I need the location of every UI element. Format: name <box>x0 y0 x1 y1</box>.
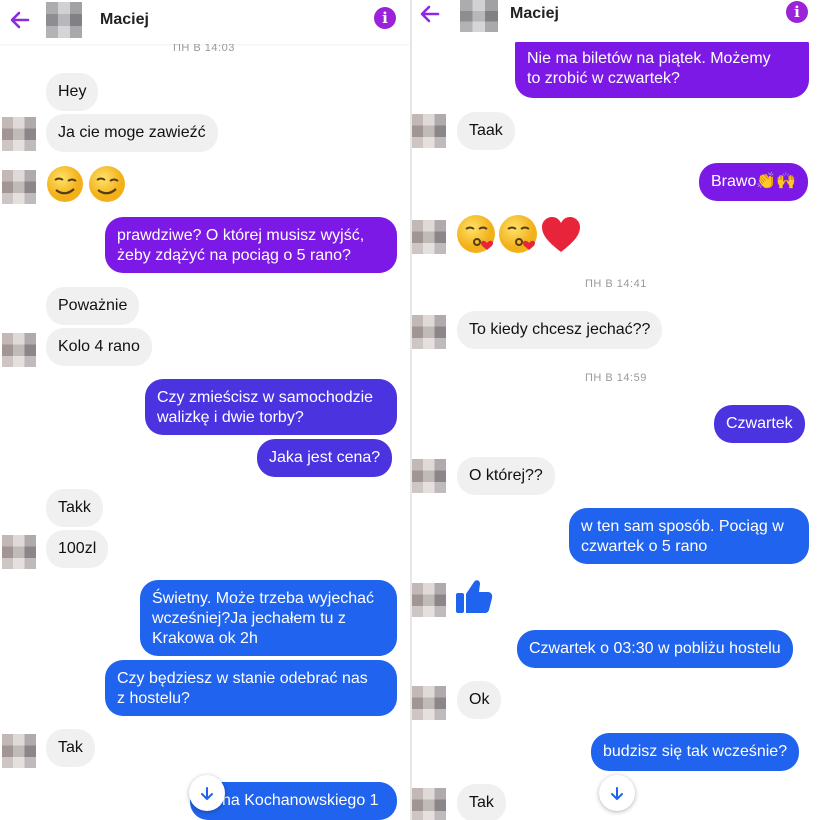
contact-avatar[interactable] <box>46 2 82 38</box>
message-incoming[interactable]: Tak <box>457 784 506 820</box>
message-line: czwartek o 5 rano <box>581 538 708 555</box>
message-line: Świetny. Może trzeba wyjechać <box>152 590 375 607</box>
message-outgoing[interactable]: Jaka jest cena? <box>257 439 393 477</box>
message-incoming[interactable]: Hey <box>46 73 99 111</box>
message-outgoing[interactable]: Nie ma biletów na piątek. Możemy to zrob… <box>515 40 809 98</box>
avatar <box>2 535 36 569</box>
message-line: Nie ma biletów na piątek. Możemy <box>527 50 771 67</box>
chat-panel-right: Maciej i Nie ma biletów na piątek. Możem… <box>412 0 820 820</box>
message-incoming[interactable]: Poważnie <box>46 287 140 325</box>
message-incoming[interactable]: To kiedy chcesz jechać?? <box>457 311 663 349</box>
avatar <box>2 170 36 204</box>
timestamp: ПН В 14:59 <box>585 372 647 384</box>
message-incoming[interactable]: Takk <box>46 489 103 527</box>
thumbs-up-icon[interactable] <box>454 576 494 616</box>
avatar <box>412 583 446 617</box>
message-line: Czy będziesz w stanie odebrać nas <box>117 670 368 687</box>
avatar <box>412 788 446 820</box>
message-outgoing[interactable]: Czwartek o 03:30 w pobliżu hostelu <box>517 630 793 668</box>
timestamp: ПН В 14:41 <box>585 278 647 290</box>
message-outgoing[interactable]: budzisz się tak wcześnie? <box>591 733 800 771</box>
avatar <box>412 114 446 148</box>
message-line: to zrobić w czwartek? <box>527 70 680 87</box>
kiss-heart-emoji-message[interactable] <box>456 213 584 260</box>
wink-emoji-message[interactable] <box>46 164 132 209</box>
chat-header: Maciej i <box>412 0 820 42</box>
avatar <box>412 686 446 720</box>
arrow-down-icon <box>611 786 623 800</box>
message-outgoing[interactable]: Brawo👏🙌 <box>699 163 809 201</box>
message-line: prawdziwe? O której musisz wyjść, <box>117 227 365 244</box>
contact-name[interactable]: Maciej <box>510 5 559 23</box>
avatar <box>412 315 446 349</box>
avatar <box>2 333 36 367</box>
message-incoming[interactable]: 100zl <box>46 530 109 568</box>
message-line: wcześniej?Ja jechałem tu z <box>152 610 346 627</box>
scroll-down-button[interactable] <box>189 775 225 811</box>
chat-panel-left: Maciej i ПН В 14:03 Hey Ja cie moge zawi… <box>0 0 410 820</box>
message-outgoing[interactable]: Świetny. Może trzeba wyjechać wcześniej?… <box>140 580 397 656</box>
message-incoming[interactable]: Taak <box>457 112 515 150</box>
avatar <box>412 459 446 493</box>
info-icon[interactable]: i <box>374 7 396 29</box>
avatar <box>412 220 446 254</box>
message-line: z hostelu? <box>117 690 190 707</box>
scroll-down-button[interactable] <box>599 775 635 811</box>
message-incoming[interactable]: Kolo 4 rano <box>46 328 152 366</box>
message-incoming[interactable]: O której?? <box>457 457 555 495</box>
chat-header: Maciej i <box>0 0 410 44</box>
contact-name[interactable]: Maciej <box>100 11 149 29</box>
message-line: Krakowa ok 2h <box>152 630 258 647</box>
message-outgoing[interactable]: Czy będziesz w stanie odebrać nas z host… <box>105 660 397 716</box>
message-outgoing[interactable]: w ten sam sposób. Pociąg w czwartek o 5 … <box>569 508 809 564</box>
contact-avatar[interactable] <box>460 0 498 32</box>
message-outgoing[interactable]: Czwartek <box>714 405 805 443</box>
arrow-down-icon <box>201 786 213 800</box>
back-arrow-icon[interactable] <box>8 8 32 37</box>
message-outgoing[interactable]: prawdziwe? O której musisz wyjść, żeby z… <box>105 217 397 273</box>
avatar <box>2 117 36 151</box>
message-outgoing[interactable]: Czy zmieścisz w samochodzie walizkę i dw… <box>145 379 397 435</box>
message-line: żeby zdążyć na pociąg o 5 rano? <box>117 247 351 264</box>
avatar <box>2 734 36 768</box>
message-line: walizkę i dwie torby? <box>157 409 304 426</box>
message-incoming[interactable]: Ja cie moge zawieźć <box>46 114 218 152</box>
info-icon[interactable]: i <box>786 1 808 23</box>
message-incoming[interactable]: Ok <box>457 681 502 719</box>
message-line: Czy zmieścisz w samochodzie <box>157 389 374 406</box>
message-incoming[interactable]: Tak <box>46 729 95 767</box>
back-arrow-icon[interactable] <box>418 2 442 31</box>
message-line: w ten sam sposób. Pociąg w <box>581 518 784 535</box>
